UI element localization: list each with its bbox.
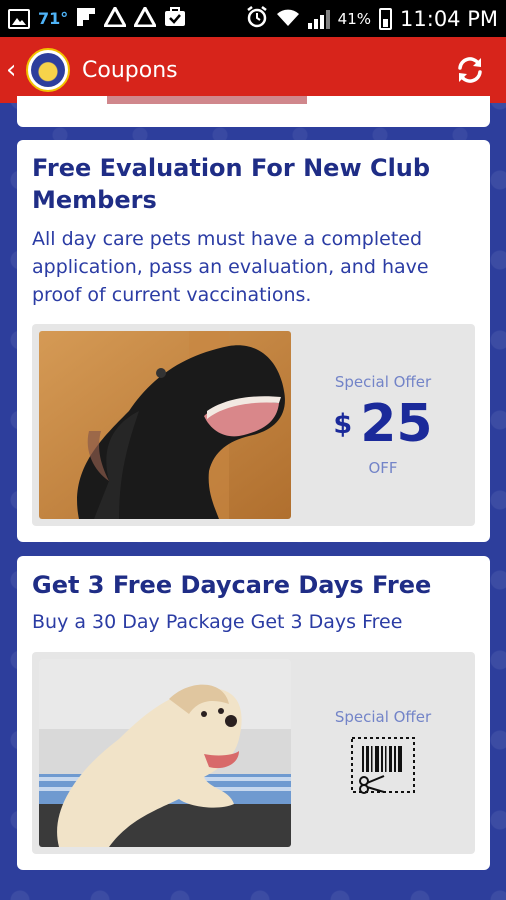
alert-triangle-icon-2: [132, 4, 158, 31]
special-offer-label: Special Offer: [334, 373, 432, 391]
offer-panel: Special Offer: [32, 652, 475, 854]
off-label: OFF: [368, 459, 398, 477]
signal-strength-icon: [307, 9, 330, 29]
temperature-text: 71°: [38, 9, 69, 28]
offer-details: Special Offer: [291, 652, 475, 854]
amount-value: 25: [360, 394, 433, 454]
special-offer-label: Special Offer: [334, 708, 432, 726]
flipboard-icon: [76, 7, 96, 31]
battery-icon: [379, 7, 393, 30]
chevron-left-icon[interactable]: ‹: [6, 55, 22, 85]
battery-percent-text: 41%: [337, 9, 372, 28]
briefcase-check-icon: [164, 6, 186, 31]
coupon-title: Free Evaluation For New Club Members: [32, 154, 431, 214]
currency-symbol: $: [333, 408, 353, 440]
offer-panel: Special Offer $ 25 OFF: [32, 324, 475, 526]
wifi-icon: [276, 7, 300, 31]
alert-triangle-icon: [102, 4, 128, 31]
coupon-card-previous[interactable]: [17, 96, 490, 127]
offer-amount: $ 25: [333, 395, 432, 453]
black-labrador-photo: [39, 331, 291, 519]
image-notification-icon: [8, 8, 30, 29]
page-title: Coupons: [82, 57, 178, 83]
coupon-title: Get 3 Free Daycare Days Free: [32, 571, 432, 599]
previous-coupon-image-edge: [107, 96, 307, 104]
coupon-description: Buy a 30 Day Package Get 3 Days Free: [32, 611, 403, 633]
clock-time: 11:04 PM: [400, 6, 498, 31]
refresh-icon[interactable]: [454, 54, 486, 86]
golden-retriever-photo: [39, 659, 291, 847]
app-bar: ‹ Coupons: [0, 37, 506, 103]
status-bar: 71° 41% 11:04 PM: [0, 0, 506, 37]
app-logo[interactable]: [26, 48, 70, 92]
alarm-clock-icon: [246, 5, 268, 32]
offer-details: Special Offer $ 25 OFF: [291, 324, 475, 526]
coupon-card[interactable]: Get 3 Free Daycare Days Free Buy a 30 Da…: [17, 556, 490, 870]
coupon-description: All day care pets must have a completed …: [32, 228, 429, 306]
barcode-scissors-icon: [350, 736, 416, 798]
coupon-card[interactable]: Free Evaluation For New Club Members All…: [17, 140, 490, 542]
